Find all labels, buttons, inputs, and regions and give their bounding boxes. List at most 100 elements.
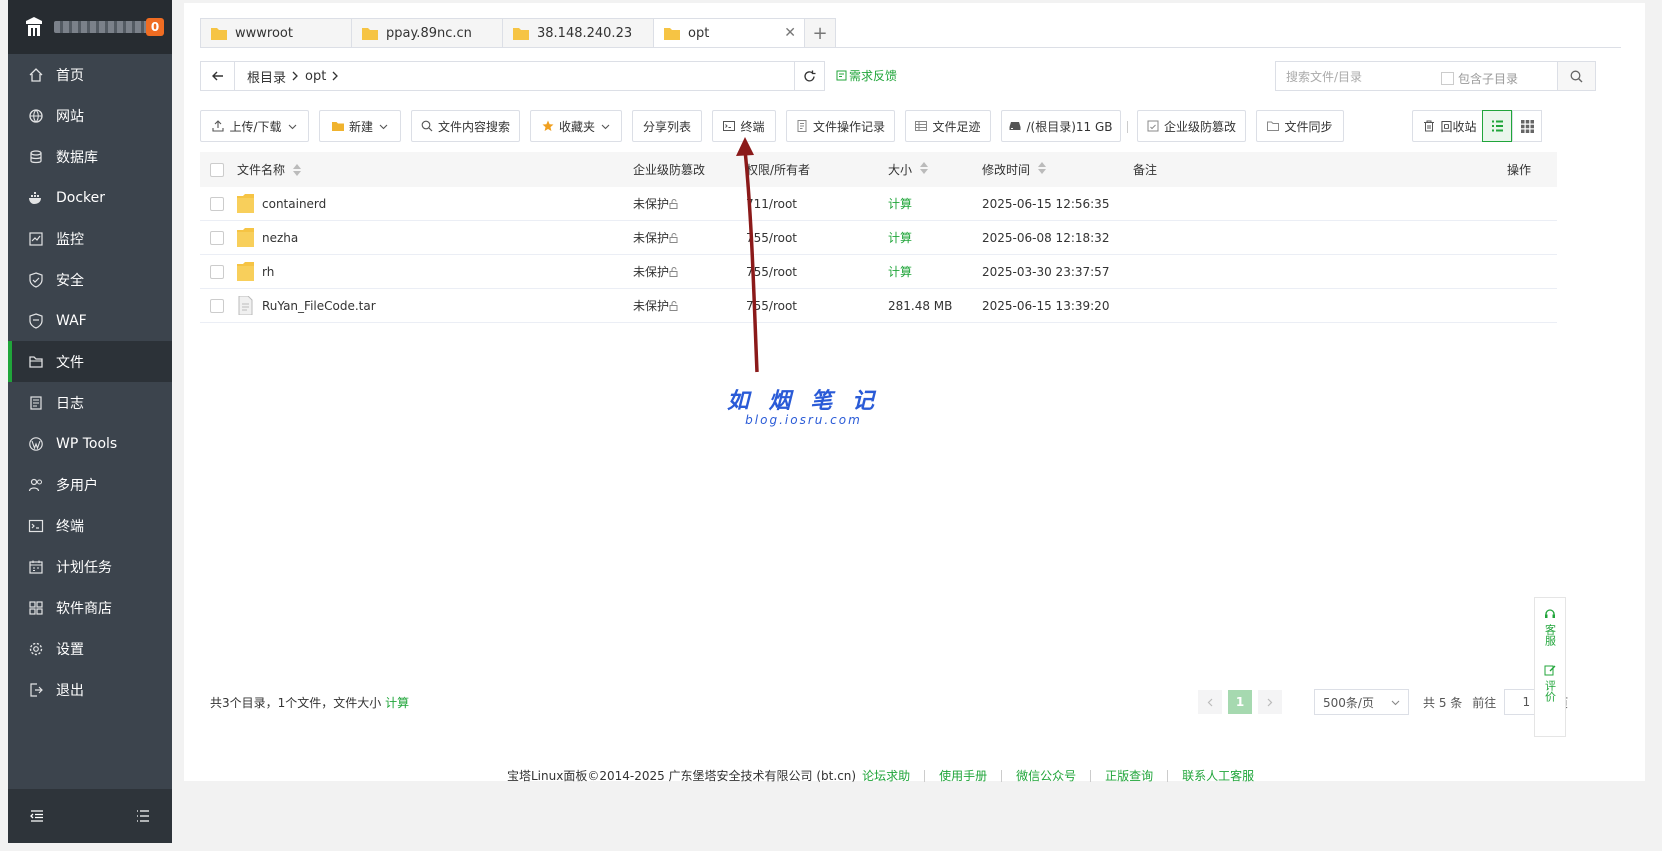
folder-icon bbox=[237, 228, 254, 247]
share-list-button[interactable]: 分享列表 bbox=[632, 110, 702, 142]
forum-help-link[interactable]: 论坛求助 bbox=[862, 767, 910, 784]
upload-download-button[interactable]: 上传/下载 bbox=[200, 110, 309, 142]
row-checkbox[interactable] bbox=[210, 196, 224, 211]
manual-link[interactable]: 使用手册 bbox=[939, 767, 987, 784]
permission-cell[interactable]: 711/root bbox=[746, 197, 797, 211]
license-check-link[interactable]: 正版查询 bbox=[1105, 767, 1153, 784]
search-button[interactable] bbox=[1558, 61, 1596, 91]
table-row[interactable]: RuYan_FileCode.tar 未保护 755/root 281.48 M… bbox=[200, 289, 1557, 323]
prev-page-button[interactable] bbox=[1198, 690, 1222, 714]
breadcrumb-root[interactable]: 根目录 bbox=[247, 67, 286, 86]
file-name-cell[interactable]: rh bbox=[237, 262, 274, 281]
sidebar-item-home[interactable]: 首页 bbox=[8, 54, 172, 95]
sidebar-item-label: 计划任务 bbox=[56, 559, 112, 576]
table-row[interactable]: nezha 未保护 755/root 计算 2025-06-08 12:18:3… bbox=[200, 221, 1557, 255]
permission-cell[interactable]: 755/root bbox=[746, 231, 797, 245]
chevron-right-icon bbox=[1267, 698, 1273, 706]
file-search-input[interactable]: 搜索文件/目录 包含子目录 bbox=[1275, 61, 1558, 91]
chevron-down-icon bbox=[288, 124, 296, 129]
file-name-cell[interactable]: containerd bbox=[237, 194, 326, 213]
mtime-cell: 2025-06-08 12:18:32 bbox=[982, 230, 1110, 245]
include-subdir-checkbox[interactable]: 包含子目录 bbox=[1441, 70, 1518, 87]
sidebar-item-security[interactable]: 安全 bbox=[8, 259, 172, 300]
sidebar-item-settings[interactable]: 设置 bbox=[8, 628, 172, 669]
file-sync-button[interactable]: 文件同步 bbox=[1256, 110, 1344, 142]
close-tab-icon[interactable]: ✕ bbox=[784, 25, 796, 41]
sidebar-item-wp-tools[interactable]: WP Tools bbox=[8, 423, 172, 464]
chevron-right-icon bbox=[292, 71, 298, 81]
size-calc-link[interactable]: 计算 bbox=[888, 263, 912, 280]
sidebar-item-files[interactable]: 文件 bbox=[8, 341, 172, 382]
next-page-button[interactable] bbox=[1258, 690, 1282, 714]
sidebar-item-waf[interactable]: WAF bbox=[8, 300, 172, 341]
size-calc-link[interactable]: 计算 bbox=[888, 229, 912, 246]
favorites-button[interactable]: 收藏夹 bbox=[530, 110, 622, 142]
menu-list-icon[interactable] bbox=[136, 810, 150, 822]
sidebar-item-label: 多用户 bbox=[56, 477, 98, 494]
sidebar-item-terminal[interactable]: 终端 bbox=[8, 505, 172, 546]
tab-ppay[interactable]: ppay.89nc.cn bbox=[351, 18, 502, 48]
table-icon bbox=[915, 121, 928, 131]
protect-status: 未保护 bbox=[633, 231, 670, 245]
page-size-select[interactable]: 500条/页 bbox=[1314, 689, 1409, 715]
table-row[interactable]: rh 未保护 755/root 计算 2025-03-30 23:37:57 bbox=[200, 255, 1557, 289]
tamper-protection-button[interactable]: 企业级防篡改 bbox=[1137, 110, 1246, 142]
terminal-icon bbox=[28, 519, 44, 532]
content-search-button[interactable]: 文件内容搜索 bbox=[411, 110, 520, 142]
footprint-button[interactable]: 文件足迹 bbox=[905, 110, 991, 142]
row-checkbox[interactable] bbox=[210, 230, 224, 245]
select-all-checkbox[interactable] bbox=[210, 162, 224, 177]
new-button[interactable]: 新建 bbox=[319, 110, 401, 142]
sidebar-item-store[interactable]: 软件商店 bbox=[8, 587, 172, 628]
tab-ip-folder[interactable]: 38.148.240.23_99 bbox=[502, 18, 653, 48]
size-calc-link[interactable]: 计算 bbox=[888, 195, 912, 212]
back-button[interactable] bbox=[201, 62, 235, 90]
customer-service-button[interactable]: 客服 bbox=[1544, 608, 1557, 646]
sidebar-item-logs[interactable]: 日志 bbox=[8, 382, 172, 423]
summary-calc-link[interactable]: 计算 bbox=[385, 696, 409, 710]
header-mtime[interactable]: 修改时间 bbox=[982, 161, 1047, 178]
tab-opt[interactable]: opt ✕ bbox=[653, 18, 804, 48]
sidebar-item-multi-user[interactable]: 多用户 bbox=[8, 464, 172, 505]
file-name-cell[interactable]: RuYan_FileCode.tar bbox=[237, 296, 376, 315]
row-checkbox[interactable] bbox=[210, 298, 224, 313]
contact-support-link[interactable]: 联系人工客服 bbox=[1182, 767, 1254, 784]
sidebar-item-docker[interactable]: Docker bbox=[8, 177, 172, 218]
file-name-cell[interactable]: nezha bbox=[237, 228, 298, 247]
row-checkbox[interactable] bbox=[210, 264, 224, 279]
sidebar-item-database[interactable]: 数据库 bbox=[8, 136, 172, 177]
collapse-sidebar-icon[interactable] bbox=[30, 810, 44, 822]
sidebar-item-website[interactable]: 网站 bbox=[8, 95, 172, 136]
grid-view-button[interactable] bbox=[1512, 110, 1542, 142]
protect-cell[interactable]: 未保护 bbox=[633, 297, 679, 314]
table-row[interactable]: containerd 未保护 711/root 计算 2025-06-15 12… bbox=[200, 187, 1557, 221]
list-view-button[interactable] bbox=[1482, 110, 1512, 142]
folder-tabs: wwwroot ppay.89nc.cn 38.148.240.23_99 op… bbox=[200, 18, 836, 48]
recycle-bin-button[interactable]: 回收站 bbox=[1412, 110, 1488, 142]
refresh-button[interactable] bbox=[795, 61, 825, 91]
protect-cell[interactable]: 未保护 bbox=[633, 263, 679, 280]
add-tab-button[interactable]: + bbox=[804, 18, 836, 48]
header-name[interactable]: 文件名称 bbox=[237, 161, 302, 178]
current-page[interactable]: 1 bbox=[1228, 690, 1252, 714]
tab-wwwroot[interactable]: wwwroot bbox=[200, 18, 351, 48]
breadcrumb-current[interactable]: opt bbox=[305, 69, 326, 84]
disk-usage-button[interactable]: /(根目录)11 GB bbox=[1001, 110, 1121, 142]
terminal-button[interactable]: 终端 bbox=[712, 110, 776, 142]
header-size[interactable]: 大小 bbox=[888, 161, 929, 178]
sidebar-item-label: WP Tools bbox=[56, 435, 118, 452]
wechat-link[interactable]: 微信公众号 bbox=[1016, 767, 1076, 784]
protect-cell[interactable]: 未保护 bbox=[633, 195, 679, 212]
review-button[interactable]: 评价 bbox=[1544, 664, 1557, 702]
operation-log-button[interactable]: 文件操作记录 bbox=[786, 110, 895, 142]
folder-sync-icon bbox=[1267, 121, 1280, 131]
permission-cell[interactable]: 755/root bbox=[746, 265, 797, 279]
sidebar-item-monitor[interactable]: 监控 bbox=[8, 218, 172, 259]
alert-badge[interactable]: 0 bbox=[146, 18, 164, 36]
protect-cell[interactable]: 未保护 bbox=[633, 229, 679, 246]
permission-cell[interactable]: 755/root bbox=[746, 299, 797, 313]
feedback-link[interactable]: 需求反馈 bbox=[836, 67, 897, 84]
sidebar-item-cron[interactable]: 计划任务 bbox=[8, 546, 172, 587]
sidebar-item-label: 首页 bbox=[56, 67, 84, 84]
sidebar-item-logout[interactable]: 退出 bbox=[8, 669, 172, 710]
